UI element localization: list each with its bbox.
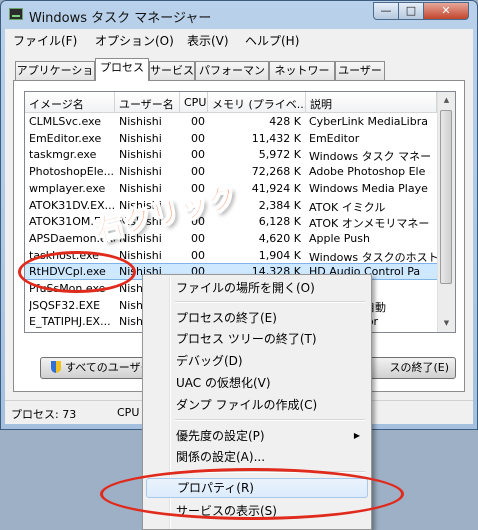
cell-image: E_TATIPHJ.EX... bbox=[29, 315, 111, 329]
menu-bar: ファイル(F) オプション(O) 表示(V) ヘルプ(H) bbox=[5, 29, 473, 50]
show-all-users-label: すべてのユーザー bbox=[65, 361, 152, 374]
tab-users[interactable]: ユーザー bbox=[335, 61, 385, 80]
scroll-up-icon[interactable]: ▲ bbox=[438, 92, 455, 109]
task-manager-icon bbox=[9, 8, 23, 20]
cell-desc: Adobe Photoshop Ele bbox=[309, 165, 426, 179]
annotation-ring-selected-process bbox=[18, 251, 136, 293]
status-cpu: CPU bbox=[117, 406, 140, 419]
menu-create-dump-file[interactable]: ダンプ ファイルの作成(C) bbox=[146, 395, 368, 415]
cell-cpu: 00 bbox=[191, 148, 205, 162]
tab-services[interactable]: サービス bbox=[149, 61, 195, 80]
column-header-description[interactable]: 説明 bbox=[306, 92, 437, 113]
cell-memory: 428 K bbox=[269, 115, 301, 128]
table-row[interactable]: ATOK31OM.EX... Nishishi 00 6,128 K ATOK オンメモ… bbox=[25, 214, 437, 231]
menu-open-file-location[interactable]: ファイルの場所を開く(O) bbox=[146, 278, 368, 298]
column-header-memory[interactable]: メモリ (プライベ... bbox=[208, 92, 306, 113]
scroll-thumb[interactable] bbox=[440, 110, 452, 284]
menu-end-process-tree[interactable]: プロセス ツリーの終了(T) bbox=[146, 329, 368, 349]
cell-cpu: 00 bbox=[191, 165, 205, 179]
cell-user: Nishishi bbox=[119, 148, 162, 162]
scroll-down-icon[interactable]: ▼ bbox=[438, 315, 455, 332]
table-row[interactable]: EmEditor.exe Nishishi 00 11,432 K EmEditor bbox=[25, 131, 437, 146]
cell-desc: EmEditor bbox=[309, 131, 360, 145]
table-row[interactable]: taskmgr.exe Nishishi 00 5,972 K Windows タスク … bbox=[25, 147, 437, 164]
cell-desc: ATOK オンメモリマネー bbox=[309, 217, 430, 231]
tab-performance[interactable]: パフォーマンス bbox=[195, 61, 269, 94]
cell-memory: 4,620 K bbox=[258, 231, 301, 245]
cell-desc: Windows タスクのホスト bbox=[309, 250, 437, 264]
submenu-arrow-icon: ▶ bbox=[353, 431, 360, 440]
menu-file[interactable]: ファイル(F) bbox=[13, 32, 77, 49]
menu-debug[interactable]: デバッグ(D) bbox=[146, 351, 368, 371]
column-header-cpu[interactable]: CPU bbox=[180, 92, 208, 113]
menu-uac-virtualization[interactable]: UAC の仮想化(V) bbox=[146, 373, 368, 393]
close-button[interactable]: ✕ bbox=[423, 2, 469, 20]
end-process-button[interactable]: スの終了(E) bbox=[366, 357, 456, 379]
maximize-button[interactable]: □ bbox=[398, 2, 424, 20]
cell-cpu: 00 bbox=[191, 248, 205, 262]
column-header-user[interactable]: ユーザー名 bbox=[115, 92, 180, 113]
uac-shield-icon bbox=[51, 361, 61, 373]
annotation-ring-properties bbox=[100, 468, 404, 520]
cell-cpu: 00 bbox=[191, 231, 205, 245]
context-menu-separator bbox=[175, 419, 365, 421]
cell-user: Nishishi bbox=[119, 248, 162, 262]
minimize-button[interactable]: — bbox=[373, 2, 399, 20]
menu-view[interactable]: 表示(V) bbox=[187, 32, 229, 49]
context-menu-separator bbox=[175, 301, 365, 303]
menu-set-priority[interactable]: 優先度の設定(P) ▶ bbox=[146, 426, 368, 446]
cell-image: taskmgr.exe bbox=[29, 148, 97, 162]
title-bar[interactable]: Windows タスク マネージャー — □ ✕ bbox=[1, 1, 477, 29]
cell-desc: CyberLink MediaLibra bbox=[309, 115, 428, 128]
cell-memory: 1,904 K bbox=[258, 248, 301, 262]
cell-user: Nishishi bbox=[119, 115, 162, 128]
status-process-count: プロセス: 73 bbox=[11, 408, 77, 421]
menu-options[interactable]: オプション(O) bbox=[95, 32, 174, 49]
cell-cpu: 00 bbox=[191, 115, 205, 128]
tab-network[interactable]: ネットワーク bbox=[269, 61, 335, 94]
column-header-image[interactable]: イメージ名 bbox=[25, 92, 115, 113]
vertical-scrollbar[interactable]: ▲ ▼ bbox=[437, 92, 455, 332]
window-title: Windows タスク マネージャー bbox=[29, 11, 212, 26]
cell-image: PhotoshopEle... bbox=[29, 165, 115, 179]
cell-cpu: 00 bbox=[191, 131, 205, 145]
table-row[interactable]: APSDaemon.exe Nishishi 00 4,620 K Apple Push bbox=[25, 231, 437, 246]
cell-image: wmplayer.exe bbox=[29, 181, 106, 195]
cell-desc: ATOK イミクル bbox=[309, 200, 386, 214]
tab-applications[interactable]: アプリケーション bbox=[15, 61, 95, 94]
menu-end-process[interactable]: プロセスの終了(E) bbox=[146, 308, 368, 328]
cell-desc: Windows Media Playe bbox=[309, 181, 428, 195]
table-row[interactable]: CLMLSvc.exe Nishishi 00 428 K CyberLink Medi… bbox=[25, 114, 437, 129]
cell-memory: 11,432 K bbox=[251, 131, 301, 145]
menu-help[interactable]: ヘルプ(H) bbox=[245, 32, 299, 49]
cell-user: Nishishi bbox=[119, 165, 162, 179]
cell-desc: Windows タスク マネー bbox=[309, 150, 432, 164]
cell-user: Nishishi bbox=[119, 131, 162, 145]
menu-set-priority-label: 優先度の設定(P) bbox=[176, 429, 265, 443]
cell-image: EmEditor.exe bbox=[29, 131, 102, 145]
tab-processes[interactable]: プロセス bbox=[95, 58, 149, 81]
menu-set-affinity[interactable]: 関係の設定(A)... bbox=[146, 447, 368, 467]
cell-desc: Apple Push bbox=[309, 231, 370, 245]
cell-image: CLMLSvc.exe bbox=[29, 115, 101, 128]
cell-memory: 5,972 K bbox=[258, 148, 301, 162]
cell-image: JSQSF32.EXE bbox=[29, 298, 101, 312]
